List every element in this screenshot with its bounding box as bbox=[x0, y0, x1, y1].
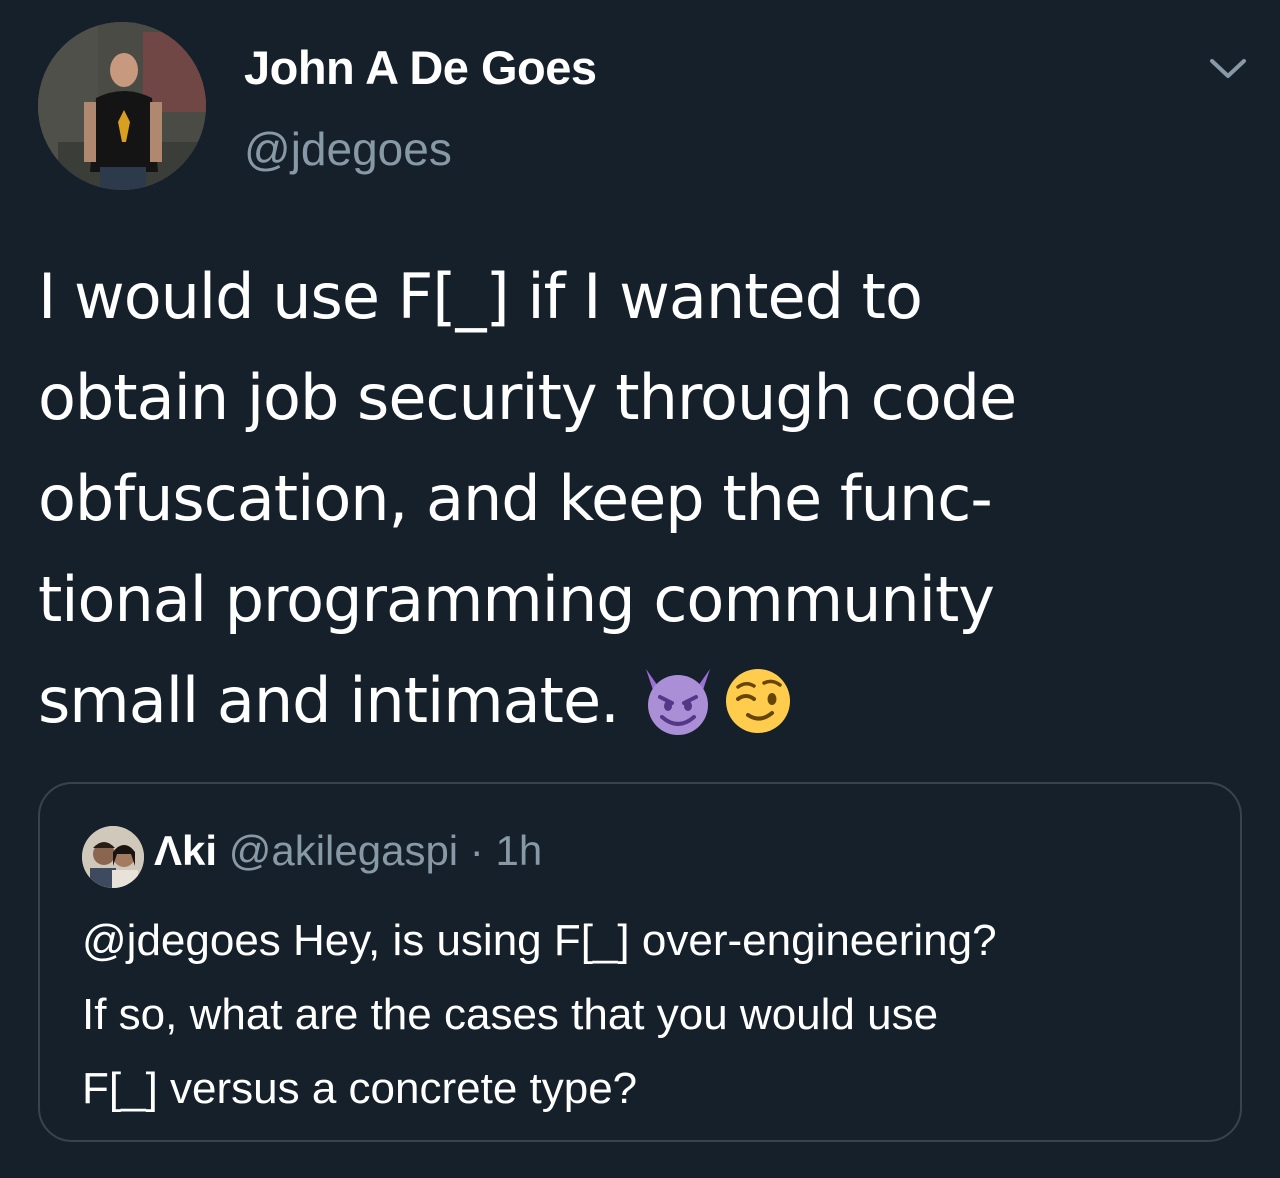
author-handle[interactable]: @jdegoes bbox=[244, 126, 452, 172]
chevron-down-icon[interactable] bbox=[1208, 56, 1248, 82]
tweet-line-text: small and intimate. bbox=[38, 664, 638, 737]
tweet-line: I would use F[_] if I wanted to bbox=[38, 260, 923, 333]
quoted-tweet[interactable]: Λki @akilegaspi · 1h @jdegoes Hey, is us… bbox=[38, 782, 1242, 1142]
tweet-line: obtain job security through code bbox=[38, 361, 1017, 434]
quoted-author-name[interactable]: Λki bbox=[154, 827, 217, 874]
quoted-text: @jdegoes Hey, is using F[_] over-enginee… bbox=[82, 904, 1212, 1126]
smiling-imp-icon bbox=[638, 659, 718, 739]
tweet-line-last: small and intimate. bbox=[38, 650, 1248, 751]
author-avatar[interactable] bbox=[38, 22, 206, 190]
winking-face-icon bbox=[718, 659, 798, 739]
tweet-card: John A De Goes @jdegoes I would use F[_]… bbox=[0, 0, 1280, 1178]
tweet-line: obfuscation, and keep the func- bbox=[38, 462, 993, 535]
quoted-separator: · bbox=[458, 827, 496, 874]
quoted-header: Λki @akilegaspi · 1h bbox=[154, 830, 542, 872]
tweet-line: tional programming community bbox=[38, 563, 995, 636]
quoted-author-avatar bbox=[82, 826, 144, 888]
quoted-line: If so, what are the cases that you would… bbox=[82, 990, 939, 1039]
quoted-line: @jdegoes Hey, is using F[_] over-enginee… bbox=[82, 916, 997, 965]
author-name[interactable]: John A De Goes bbox=[244, 44, 597, 91]
quoted-author-handle[interactable]: @akilegaspi bbox=[229, 827, 458, 874]
quoted-line: F[_] versus a concrete type? bbox=[82, 1064, 638, 1113]
tweet-text: I would use F[_] if I wanted to obtain j… bbox=[38, 246, 1248, 751]
quoted-timestamp[interactable]: 1h bbox=[495, 827, 542, 874]
